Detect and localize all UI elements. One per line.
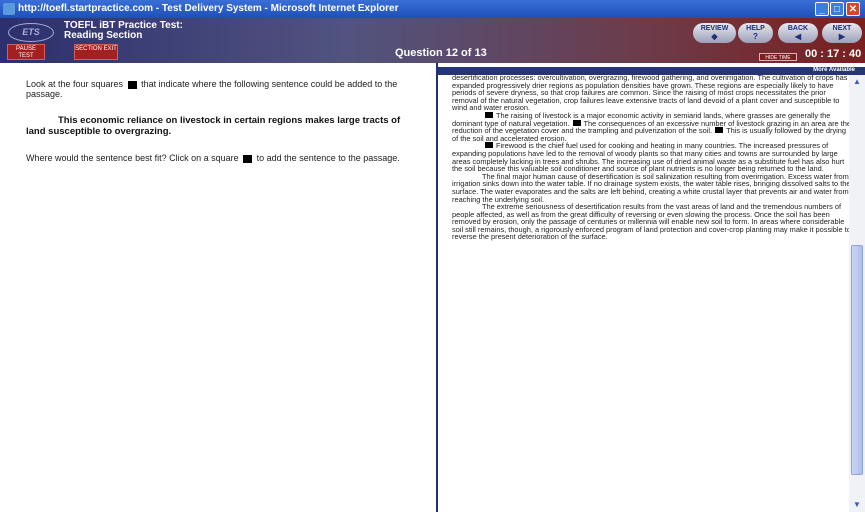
passage-paragraph: The raising of livestock is a major econ… bbox=[452, 112, 853, 142]
insert-square-d[interactable] bbox=[485, 142, 493, 149]
review-button[interactable]: REVIEW ◆ bbox=[693, 23, 736, 43]
back-button[interactable]: BACK ◀ bbox=[778, 23, 818, 43]
passage-paragraph: desertification processes: overcultivati… bbox=[452, 73, 848, 113]
scrollbar-thumb[interactable] bbox=[851, 245, 863, 475]
sentence-to-insert: This economic reliance on livestock in c… bbox=[26, 115, 401, 137]
prompt-text-before: Where would the sentence best fit? Click… bbox=[26, 153, 239, 163]
window-title: http://toefl.startpractice.com - Test De… bbox=[18, 3, 399, 14]
passage-pane: More Available desertification processes… bbox=[438, 63, 865, 512]
passage-scrollbar[interactable]: ▲ ▼ bbox=[849, 75, 865, 512]
close-window-button[interactable]: ✕ bbox=[846, 2, 860, 16]
passage-paragraph: Firewood is the chief fuel used for cook… bbox=[452, 142, 853, 172]
help-icon: ? bbox=[753, 32, 758, 41]
review-label: REVIEW bbox=[700, 25, 729, 32]
section-exit-button[interactable]: SECTION EXIT bbox=[74, 44, 118, 60]
test-header: ETS TOEFL iBT Practice Test: Reading Sec… bbox=[0, 18, 865, 63]
passage-sentence: Firewood is the chief fuel used for cook… bbox=[452, 141, 845, 174]
back-arrow-icon: ◀ bbox=[794, 32, 802, 41]
maximize-button[interactable]: □ bbox=[830, 2, 844, 16]
next-arrow-icon: ▶ bbox=[838, 32, 846, 41]
ets-logo: ETS bbox=[8, 23, 54, 42]
help-label: HELP bbox=[746, 25, 765, 32]
passage-paragraph: The extreme seriousness of desertificati… bbox=[452, 202, 851, 242]
square-marker-icon bbox=[243, 154, 253, 163]
question-prompt: Where would the sentence best fit? Click… bbox=[26, 153, 416, 163]
next-button[interactable]: NEXT ▶ bbox=[822, 23, 862, 43]
pause-test-button[interactable]: PAUSE TEST bbox=[7, 44, 45, 60]
next-label: NEXT bbox=[832, 25, 852, 32]
scroll-up-icon[interactable]: ▲ bbox=[849, 75, 865, 89]
scroll-down-icon[interactable]: ▼ bbox=[849, 498, 865, 512]
countdown-timer: 00 : 17 : 40 bbox=[805, 48, 862, 60]
review-icon: ◆ bbox=[711, 32, 718, 41]
back-label: BACK bbox=[787, 25, 809, 32]
question-pane: Look at the four squares that indicate w… bbox=[0, 63, 436, 512]
insert-square-b[interactable] bbox=[572, 119, 581, 126]
question-instruction: Look at the four squares that indicate w… bbox=[26, 79, 398, 99]
section-name: Reading Section bbox=[64, 30, 143, 41]
internet-explorer-icon bbox=[3, 3, 15, 15]
question-counter: Question 12 of 13 bbox=[395, 47, 487, 59]
prompt-text-after: to add the sentence to the passage. bbox=[256, 153, 400, 163]
help-button[interactable]: HELP ? bbox=[738, 23, 773, 43]
hide-time-button[interactable]: HIDE TIME bbox=[759, 53, 797, 61]
insert-square-c[interactable] bbox=[715, 127, 724, 134]
reading-passage: desertification processes: overcultivati… bbox=[452, 74, 853, 241]
instruction-text-before: Look at the four squares bbox=[26, 79, 124, 89]
insert-square-a[interactable] bbox=[485, 111, 493, 118]
square-marker-icon bbox=[127, 80, 137, 89]
window-titlebar: http://toefl.startpractice.com - Test De… bbox=[0, 0, 865, 18]
minimize-button[interactable]: _ bbox=[815, 2, 829, 16]
passage-paragraph: The final major human cause of desertifi… bbox=[452, 171, 851, 204]
